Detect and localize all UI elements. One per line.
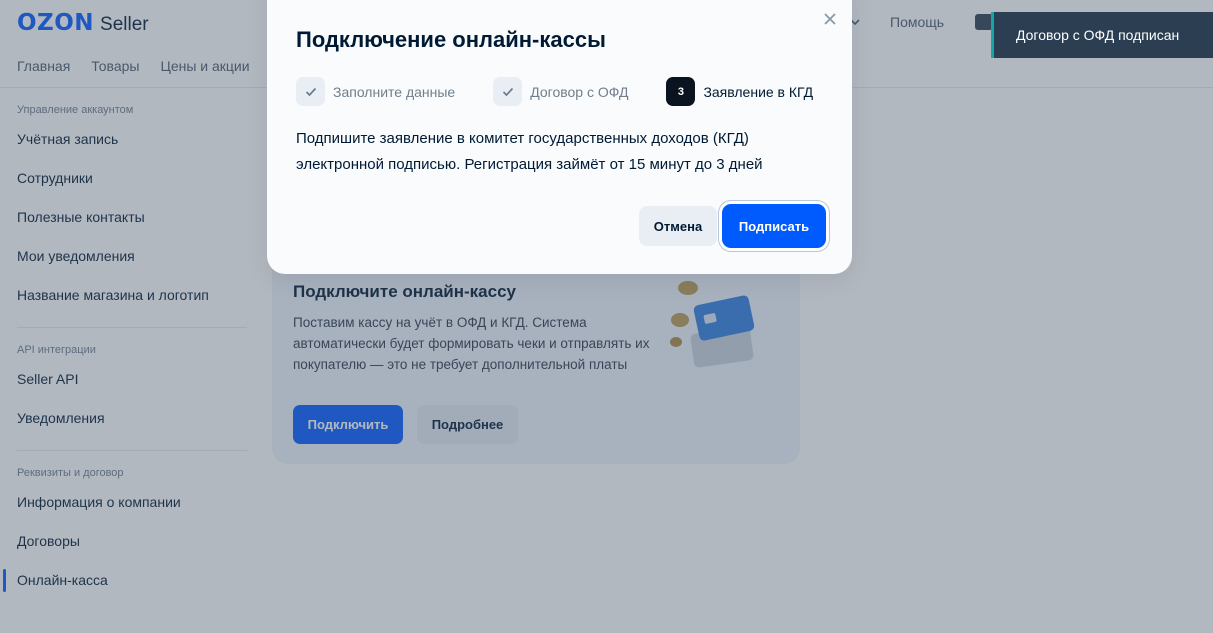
- toast-notification: Договор с ОФД подписан: [991, 12, 1213, 58]
- step-ofd-contract: Договор с ОФД: [493, 77, 628, 106]
- step-number: 3: [666, 77, 696, 106]
- step-label: Заполните данные: [333, 83, 456, 100]
- close-icon[interactable]: [822, 11, 838, 27]
- step-kgd-application: 3 Заявление в КГД: [666, 77, 813, 106]
- connect-cashier-modal: Подключение онлайн-кассы Заполните данны…: [267, 0, 852, 274]
- toast-text: Договор с ОФД подписан: [1016, 27, 1180, 43]
- step-label: Договор с ОФД: [530, 83, 629, 100]
- sign-button[interactable]: Подписать: [722, 204, 826, 248]
- modal-description: Подпишите заявление в комитет государств…: [296, 130, 763, 173]
- cancel-button[interactable]: Отмена: [639, 206, 717, 246]
- step-fill-data: Заполните данные: [296, 77, 455, 106]
- step-label: Заявление в КГД: [703, 83, 814, 100]
- check-icon: [296, 77, 325, 106]
- modal-title: Подключение онлайн-кассы: [296, 27, 606, 52]
- check-icon: [493, 77, 523, 106]
- stepper: Заполните данные Договор с ОФД 3 Заявлен…: [296, 77, 851, 106]
